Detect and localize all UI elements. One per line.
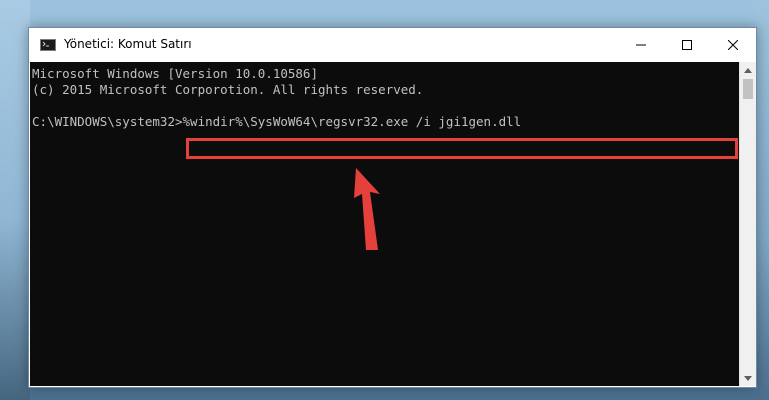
close-icon <box>728 40 738 50</box>
scroll-thumb[interactable] <box>743 79 753 99</box>
command-highlight-box <box>186 138 738 159</box>
arrow-up-icon <box>354 168 380 250</box>
desktop-background-left <box>0 0 30 400</box>
cmd-app-icon <box>40 39 56 51</box>
maximize-button[interactable] <box>664 28 710 62</box>
close-button[interactable] <box>710 28 756 62</box>
command-prompt-window[interactable]: Yönetici: Komut Satırı Microsoft Windows… <box>28 27 757 388</box>
console-line-prompt: C:\WINDOWS\system32>%windir%\SysWoW64\re… <box>32 114 521 130</box>
console-line-version: Microsoft Windows [Version 10.0.10586] <box>32 66 318 81</box>
vertical-scrollbar[interactable] <box>739 62 756 386</box>
prompt-text: C:\WINDOWS\system32> <box>32 114 183 129</box>
window-title: Yönetici: Komut Satırı <box>64 37 192 51</box>
console-line-copyright: (c) 2015 Microsoft Corporotion. All righ… <box>32 82 424 97</box>
scroll-down-button[interactable] <box>740 370 756 386</box>
scroll-up-button[interactable] <box>740 62 756 78</box>
command-text[interactable]: %windir%\SysWoW64\regsvr32.exe /i jgi1ge… <box>183 114 522 129</box>
maximize-icon <box>682 40 692 50</box>
chevron-down-icon <box>744 375 752 381</box>
console-output[interactable]: Microsoft Windows [Version 10.0.10586] (… <box>30 62 739 386</box>
minimize-icon <box>636 44 646 46</box>
title-bar[interactable]: Yönetici: Komut Satırı <box>29 28 756 62</box>
chevron-up-icon <box>744 67 752 73</box>
desktop-background-right <box>757 0 769 400</box>
minimize-button[interactable] <box>618 28 664 62</box>
